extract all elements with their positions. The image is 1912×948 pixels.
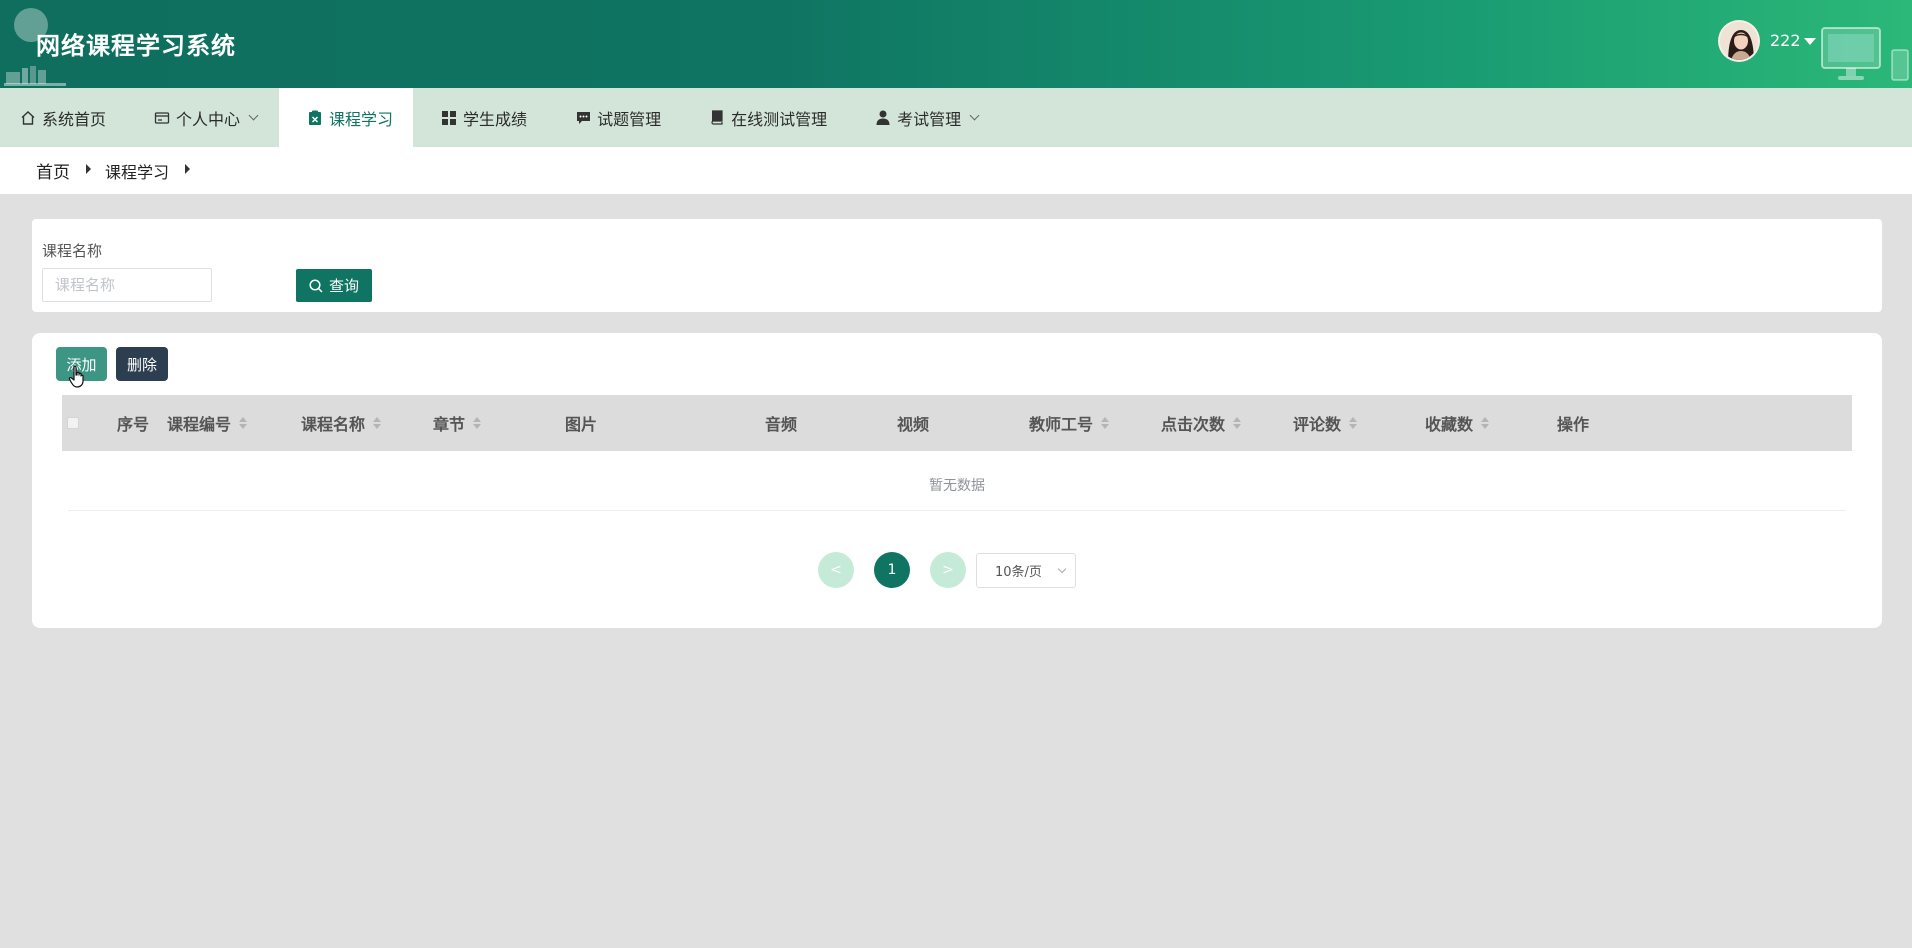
main-nav: 系统首页 个人中心 课程学习 学生成绩 试题管理 在线测试管理 考试管理 [0, 88, 1912, 147]
table-divider [68, 510, 1846, 511]
nav-item-home[interactable]: 系统首页 [0, 88, 128, 147]
breadcrumb-home[interactable]: 首页 [36, 158, 70, 183]
nav-item-label: 试题管理 [597, 109, 662, 129]
chevron-down-icon [1057, 564, 1067, 573]
course-name-label: 课程名称 [42, 242, 103, 260]
monitor-decoration-icon [1821, 27, 1909, 81]
prev-page-button[interactable]: < [818, 552, 854, 588]
column-header-video: 视频 [897, 415, 930, 434]
book-icon [709, 110, 725, 126]
nav-item-label: 学生成绩 [463, 109, 528, 129]
id-card-icon [154, 110, 170, 126]
column-header-actions: 操作 [1557, 415, 1590, 434]
pagination: < 1 > 10条/页 [818, 552, 1076, 588]
user-icon [875, 110, 891, 126]
empty-table-message: 暂无数据 [929, 478, 985, 494]
grid-icon [441, 110, 457, 126]
next-page-button[interactable]: > [930, 552, 966, 588]
column-header-favorite-count[interactable]: 收藏数 [1425, 395, 1490, 451]
column-header-chapter[interactable]: 章节 [433, 395, 482, 451]
user-avatar[interactable] [1718, 20, 1760, 62]
page-size-value: 10条/页 [995, 564, 1042, 580]
column-header-comment-count[interactable]: 评论数 [1293, 395, 1358, 451]
app-header: 网络课程学习系统 222 [0, 0, 1912, 88]
search-panel: 课程名称 查询 [32, 219, 1882, 312]
column-header-teacher-id[interactable]: 教师工号 [1029, 395, 1110, 451]
avatar-portrait-icon [1720, 22, 1758, 60]
column-header-course-id[interactable]: 课程编号 [167, 395, 248, 451]
clipboard-icon [307, 110, 323, 126]
chevron-down-icon [969, 110, 980, 120]
table-panel: 添加 删除 序号 课程编号 课程名称 章节 图片 音频 视频 教师工号 点击次数… [32, 333, 1882, 628]
page-number-button[interactable]: 1 [874, 552, 910, 588]
nav-item-student-grades[interactable]: 学生成绩 [413, 88, 547, 147]
table-header: 序号 课程编号 课程名称 章节 图片 音频 视频 教师工号 点击次数 评论数 收… [62, 395, 1852, 451]
select-all-checkbox[interactable] [67, 417, 79, 429]
nav-item-label: 系统首页 [42, 109, 107, 129]
nav-item-online-test-management[interactable]: 在线测试管理 [681, 88, 847, 147]
column-header-audio: 音频 [765, 415, 798, 434]
breadcrumb: 首页 课程学习 [0, 147, 1912, 194]
page-size-select[interactable]: 10条/页 [976, 552, 1076, 588]
user-menu-caret-icon[interactable] [1804, 38, 1816, 45]
nav-item-label: 在线测试管理 [731, 109, 828, 129]
chevron-down-icon [248, 110, 259, 120]
nav-item-label: 考试管理 [897, 109, 962, 129]
app-title: 网络课程学习系统 [36, 32, 236, 60]
username-label[interactable]: 222 [1770, 31, 1801, 50]
sort-icon[interactable] [239, 417, 248, 429]
chat-icon [575, 110, 591, 126]
breadcrumb-current: 课程学习 [105, 162, 170, 182]
sort-icon[interactable] [1349, 417, 1358, 429]
books-decoration-icon [4, 66, 66, 86]
column-header-index: 序号 [117, 415, 150, 434]
sort-icon[interactable] [373, 417, 382, 429]
column-header-course-name[interactable]: 课程名称 [301, 395, 382, 451]
sort-icon[interactable] [1481, 417, 1490, 429]
nav-item-course-study[interactable]: 课程学习 [279, 88, 414, 147]
caret-right-icon [185, 163, 191, 174]
sort-icon[interactable] [473, 417, 482, 429]
caret-right-icon [86, 163, 91, 174]
nav-item-label: 课程学习 [329, 109, 394, 129]
nav-item-personal-center[interactable]: 个人中心 [128, 88, 277, 147]
nav-item-exam-management[interactable]: 考试管理 [847, 88, 998, 147]
sort-icon[interactable] [1101, 417, 1110, 429]
column-header-image: 图片 [565, 415, 598, 434]
search-button-label: 查询 [328, 277, 359, 295]
search-button[interactable]: 查询 [296, 269, 372, 302]
search-icon [309, 278, 323, 293]
delete-button[interactable]: 删除 [116, 347, 168, 381]
hand-cursor-icon [68, 365, 84, 388]
home-icon [20, 110, 36, 126]
column-header-click-count[interactable]: 点击次数 [1161, 395, 1242, 451]
nav-item-question-management[interactable]: 试题管理 [547, 88, 681, 147]
course-name-search-input[interactable] [42, 268, 212, 302]
nav-item-label: 个人中心 [176, 109, 241, 129]
sort-icon[interactable] [1233, 417, 1242, 429]
